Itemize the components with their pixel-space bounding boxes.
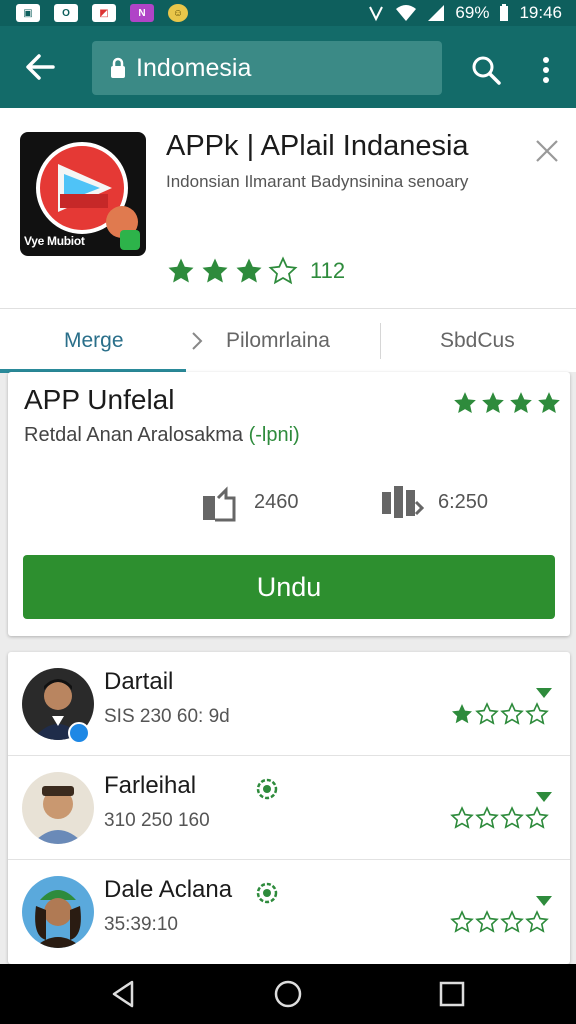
star-filled-icon: [168, 258, 194, 283]
app-toolbar: Indomesia: [0, 26, 576, 108]
more-options-button[interactable]: [530, 50, 562, 90]
star-filled-icon: [482, 392, 504, 413]
tab-pilomrlaina[interactable]: Pilomrlaina: [226, 309, 330, 373]
review-meta: 310 250 160: [104, 810, 210, 831]
star-outline-icon: [525, 806, 549, 829]
stat-likes-value: 2460: [254, 490, 299, 513]
app-rating: 112: [166, 256, 345, 286]
stat-downloads-value: 6:250: [438, 490, 489, 513]
info-title: APP Unfelal: [24, 384, 175, 415]
avatar: [22, 876, 94, 948]
star-outline-icon: [475, 910, 499, 933]
app-title: APPk | APlail Indanesia: [166, 130, 469, 162]
back-button[interactable]: [0, 26, 80, 108]
verified-badge-icon: [68, 722, 90, 744]
reviewer-name: Dartail: [104, 668, 174, 695]
bars-icon: [382, 486, 424, 518]
star-outline-icon: [525, 910, 549, 933]
star-filled-icon: [452, 704, 472, 724]
chevron-right-icon: [192, 332, 203, 350]
rating-count: 112: [310, 258, 346, 283]
review-meta: 35:39:10: [104, 914, 178, 935]
tab-bar: Merge Pilomrlaina SbdCus: [0, 308, 576, 373]
app-info-card: APP Unfelal Retdal Anan Aralosakma (-lpn…: [8, 372, 570, 636]
smiley-icon: ☺: [168, 4, 188, 22]
list-item[interactable]: Farleihal 310 250 160: [8, 756, 570, 860]
nav-home-icon[interactable]: [272, 978, 304, 1010]
reviewer-name: Dale Aclana: [104, 876, 233, 903]
install-button[interactable]: Undu: [23, 555, 555, 619]
award-icon: [256, 882, 278, 904]
list-item[interactable]: Dale Aclana 35:39:10: [8, 860, 570, 964]
list-item[interactable]: Dartail SIS 230 60: 9d: [8, 652, 570, 756]
review-list: Dartail SIS 230 60: 9d Farleihal 310 250…: [8, 652, 570, 964]
search-button[interactable]: [466, 50, 506, 90]
nav-back-icon[interactable]: [108, 978, 140, 1010]
star-filled-icon: [538, 392, 560, 413]
close-icon[interactable]: [532, 136, 562, 166]
status-bar: ▣ O ◩ N ☺ 69% 19:46: [0, 0, 576, 26]
star-outline-icon: [475, 702, 499, 725]
review-stars: [450, 806, 549, 830]
app-icon: Vye Mubiot: [20, 132, 146, 256]
flag-icon: [536, 792, 552, 802]
developer-tag: (-lpni): [248, 424, 300, 446]
app-subtitle: Indonsian Ilmarant Badynsinina senoary: [166, 172, 469, 191]
info-stars: [452, 390, 562, 416]
opera-icon: O: [54, 4, 78, 22]
stat-likes: 2460: [200, 480, 299, 524]
arrow-left-icon: [26, 54, 55, 80]
tab-sbdcus[interactable]: SbdCus: [440, 309, 515, 373]
award-icon: [256, 778, 278, 800]
review-stars: [450, 702, 549, 726]
star-outline-icon: [475, 806, 499, 829]
lock-icon: [111, 57, 125, 78]
review-stars: [450, 910, 549, 934]
reviewer-name: Farleihal: [104, 772, 197, 799]
star-outline-icon: [450, 910, 474, 933]
star-filled-icon: [510, 392, 532, 413]
tab-merge[interactable]: Merge: [64, 309, 124, 373]
star-outline-icon: [500, 806, 524, 829]
flag-icon: [536, 688, 552, 698]
system-nav-bar: [0, 964, 576, 1024]
star-outline-icon: [268, 256, 298, 285]
review-meta: SIS 230 60: 9d: [104, 706, 230, 727]
search-icon: [472, 56, 501, 85]
more-vertical-icon: [543, 57, 549, 83]
developer-line: Retdal Anan Aralosakma (-lpni): [24, 424, 300, 447]
search-value: Indomesia: [136, 53, 252, 82]
onenote-icon: N: [130, 4, 154, 22]
stat-downloads: 6:250: [380, 480, 488, 524]
star-filled-icon: [454, 392, 476, 413]
avatar: [22, 772, 94, 844]
nfc-icon: [369, 6, 384, 22]
battery-icon: [500, 4, 509, 21]
signal-icon: [428, 5, 445, 21]
clock: 19:46: [519, 3, 562, 22]
star-outline-icon: [450, 806, 474, 829]
star-outline-icon: [525, 702, 549, 725]
app-icon-label: Vye Mubiot: [24, 234, 85, 248]
check-badge-icon: [120, 230, 140, 250]
app-header: Vye Mubiot APPk | APlail Indanesia Indon…: [0, 108, 576, 308]
star-outline-icon: [500, 702, 524, 725]
wifi-icon: [396, 5, 417, 21]
developer-name: Retdal Anan Aralosakma: [24, 424, 244, 446]
star-filled-icon: [202, 258, 228, 283]
flag-icon: [536, 896, 552, 906]
nav-recents-icon[interactable]: [436, 978, 468, 1010]
image-icon: ▣: [16, 4, 40, 22]
flipboard-icon: ◩: [92, 4, 116, 22]
star-outline-icon: [500, 910, 524, 933]
tab-divider: [380, 323, 381, 359]
search-input[interactable]: Indomesia: [92, 41, 442, 95]
battery-percent: 69%: [455, 3, 490, 22]
star-filled-icon: [236, 258, 262, 283]
share-icon: [203, 486, 236, 522]
